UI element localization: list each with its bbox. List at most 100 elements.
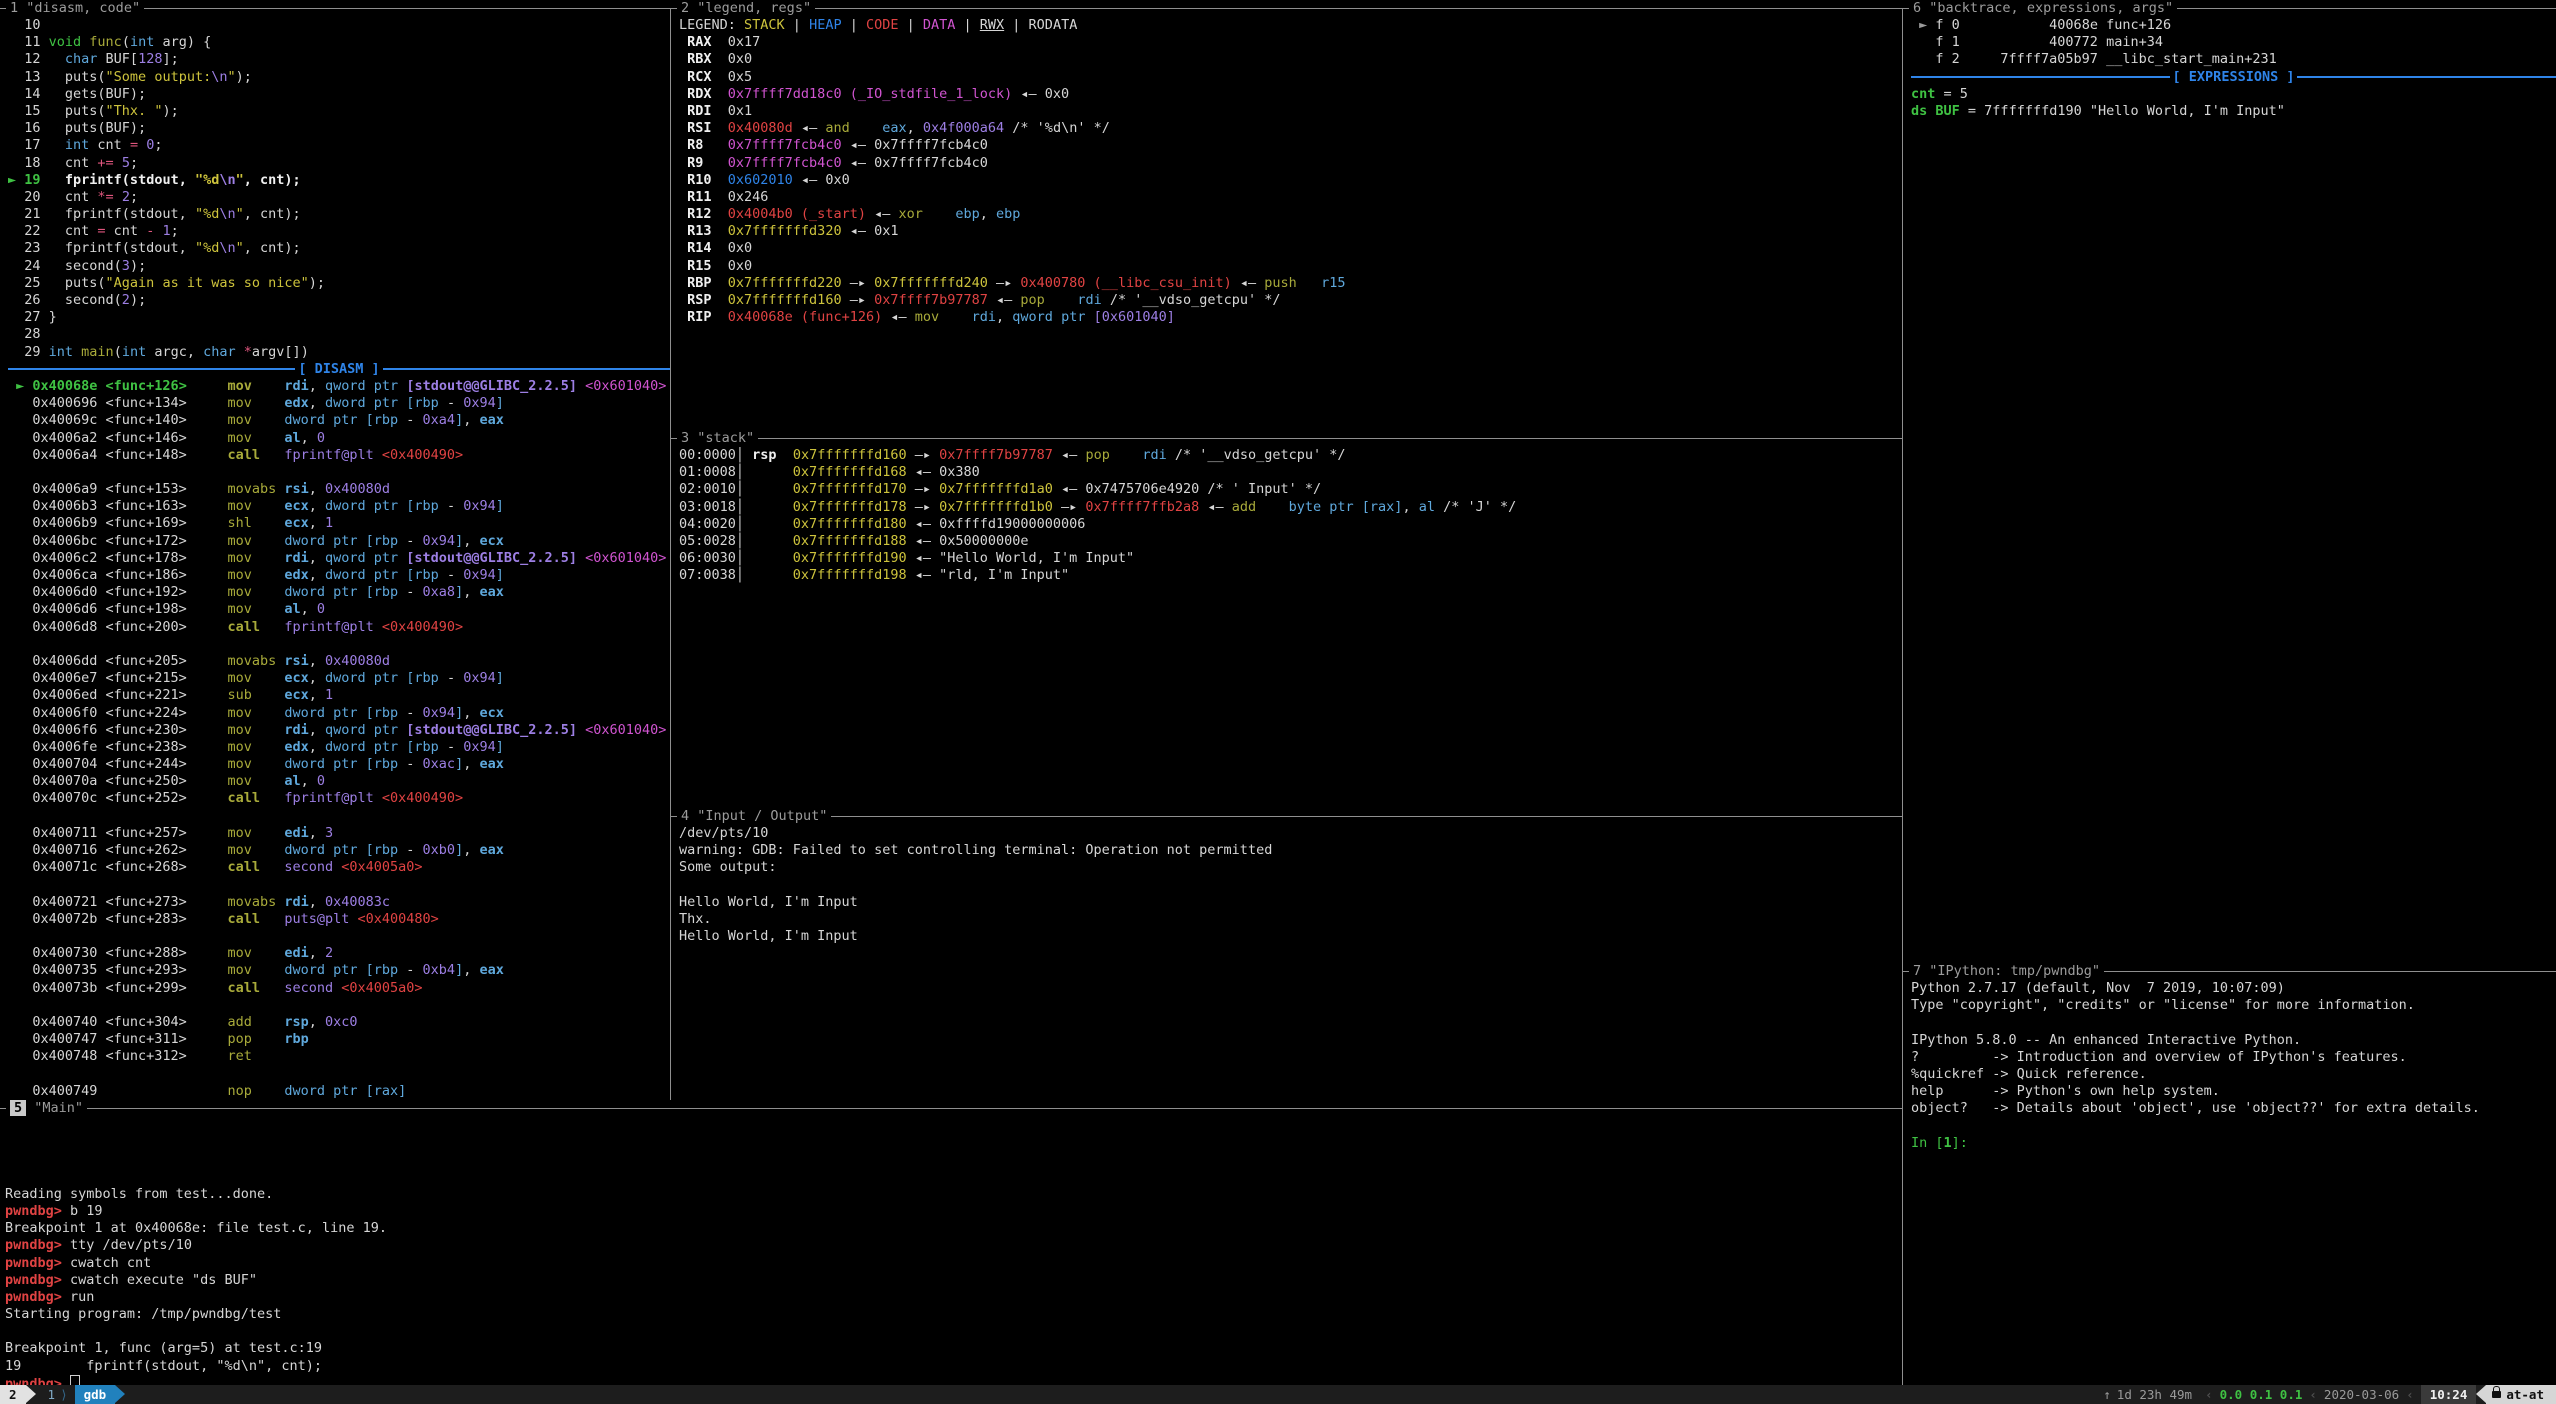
gdb-console-content[interactable]: Reading symbols from test...done.pwndbg>… <box>0 1117 1902 1385</box>
terminal-line: Thx. <box>679 911 1902 928</box>
terminal-line: 0x4006bc <func+172> mov dword ptr [rbp -… <box>8 533 670 550</box>
terminal-line: 0x40073b <func+299> call second <0x4005a… <box>8 980 670 997</box>
terminal-line: 21 fprintf(stdout, "%d\n", cnt); <box>8 206 670 223</box>
powerline-arrow-icon <box>26 1385 36 1403</box>
section-divider: [ DISASM ] <box>8 361 670 378</box>
pane-title: 3 "stack" <box>677 430 758 447</box>
registers-content: LEGEND: STACK | HEAP | CODE | DATA | RWX… <box>671 17 1902 430</box>
terminal-line: 27 } <box>8 309 670 326</box>
terminal-line: 13 puts("Some output:\n"); <box>8 69 670 86</box>
terminal-line: R11 0x246 <box>679 189 1902 206</box>
terminal-line: Hello World, I'm Input <box>679 928 1902 945</box>
terminal-line: 29 int main(int argc, char *argv[]) <box>8 344 670 361</box>
terminal-line: 04:0020│ 0x7fffffffd180 ◂— 0xffffd190000… <box>679 516 1902 533</box>
terminal-line: Python 2.7.17 (default, Nov 7 2019, 10:0… <box>1911 980 2556 997</box>
terminal-line: 22 cnt = cnt - 1; <box>8 223 670 240</box>
pane-input-output: 4 "Input / Output" /dev/pts/10warning: G… <box>671 808 1902 1100</box>
pane-number: 4 <box>681 808 689 824</box>
terminal-line: RSI 0x40080d ◂— and eax, 0x4f000a64 /* '… <box>679 120 1902 137</box>
stack-content: 00:0000│ rsp 0x7fffffffd160 —▸ 0x7ffff7b… <box>671 447 1902 808</box>
terminal-line: LEGEND: STACK | HEAP | CODE | DATA | RWX… <box>679 17 1902 34</box>
terminal-line: ► 19 fprintf(stdout, "%d\n", cnt); <box>8 172 670 189</box>
terminal-line <box>5 1323 1902 1340</box>
terminal-line: 0x4006a2 <func+146> mov al, 0 <box>8 430 670 447</box>
ipython-content[interactable]: Python 2.7.17 (default, Nov 7 2019, 10:0… <box>1903 980 2556 1385</box>
source-and-disasm-content: 10 11 void func(int arg) { 12 char BUF[1… <box>0 17 670 1100</box>
terminal-line: 0x4006fe <func+238> mov edx, dword ptr [… <box>8 739 670 756</box>
pane-title: 5 "Main" <box>6 1100 87 1117</box>
pane-title-text: "Input / Output" <box>697 808 827 824</box>
terminal-line: 0x40072b <func+283> call puts@plt <0x400… <box>8 911 670 928</box>
terminal-line: 18 cnt += 5; <box>8 155 670 172</box>
pane-title-text: "IPython: tmp/pwndbg" <box>1929 963 2100 979</box>
terminal-line: Hello World, I'm Input <box>679 894 1902 911</box>
pane-title-text: "stack" <box>697 430 754 446</box>
session-index-badge[interactable]: 2 <box>0 1385 26 1404</box>
terminal-line: Some output: <box>679 859 1902 876</box>
pane-border-vertical-right[interactable] <box>1902 8 1903 1385</box>
powerline-arrow-icon <box>2476 1385 2486 1403</box>
terminal-line: 26 second(2); <box>8 292 670 309</box>
terminal-line: 25 puts("Again as it was so nice"); <box>8 275 670 292</box>
terminal-line <box>5 1169 1902 1186</box>
pane-title-text: "disasm, code" <box>26 0 140 16</box>
terminal-line: 0x4006d0 <func+192> mov dword ptr [rbp -… <box>8 584 670 601</box>
pane-backtrace-expressions: 6 "backtrace, expressions, args" ► f 0 4… <box>1903 0 2556 963</box>
pane-title: 7 "IPython: tmp/pwndbg" <box>1909 963 2104 980</box>
terminal-line: ► 0x40068e <func+126> mov rdi, qword ptr… <box>8 378 670 395</box>
pane-title: 4 "Input / Output" <box>677 808 831 825</box>
terminal-line: object? -> Details about 'object', use '… <box>1911 1100 2556 1117</box>
window-index[interactable]: 1 <box>36 1385 61 1404</box>
terminal-line: 0x4006f0 <func+224> mov dword ptr [rbp -… <box>8 705 670 722</box>
pane-legend-regs: 2 "legend, regs" LEGEND: STACK | HEAP | … <box>671 0 1902 430</box>
terminal-line <box>1911 1014 2556 1031</box>
chevron-separator-icon: ‹ <box>2399 1385 2421 1404</box>
load-average: 0.0 0.1 0.1 <box>2220 1385 2303 1404</box>
pane-border-top: 3 "stack" <box>671 430 1902 447</box>
terminal-line: 0x40071c <func+268> call second <0x4005a… <box>8 859 670 876</box>
terminal-line: RSP 0x7fffffffd160 —▸ 0x7ffff7b97787 ◂— … <box>679 292 1902 309</box>
terminal-line: R10 0x602010 ◂— 0x0 <box>679 172 1902 189</box>
pane-border-vertical-left[interactable] <box>670 8 671 1100</box>
terminal-line: 0x400740 <func+304> add rsp, 0xc0 <box>8 1014 670 1031</box>
terminal-line: 0x4006e7 <func+215> mov ecx, dword ptr [… <box>8 670 670 687</box>
terminal-line: pwndbg> b 19 <box>5 1203 1902 1220</box>
terminal-line: RIP 0x40068e (func+126) ◂— mov rdi, qwor… <box>679 309 1902 326</box>
terminal-line: 00:0000│ rsp 0x7fffffffd160 —▸ 0x7ffff7b… <box>679 447 1902 464</box>
terminal-line: 14 gets(BUF); <box>8 86 670 103</box>
terminal-line: 0x400721 <func+273> movabs rdi, 0x40083c <box>8 894 670 911</box>
terminal-line: In [1]: <box>1911 1135 2556 1152</box>
terminal-line <box>8 1065 670 1082</box>
terminal-line: 0x4006d6 <func+198> mov al, 0 <box>8 601 670 618</box>
terminal-line: 15 puts("Thx. "); <box>8 103 670 120</box>
terminal-line: RCX 0x5 <box>679 69 1902 86</box>
pane-title: 1 "disasm, code" <box>6 0 144 17</box>
pane-border-top: 6 "backtrace, expressions, args" <box>1903 0 2556 17</box>
terminal-line <box>5 1134 1902 1151</box>
text-cursor <box>70 1375 80 1385</box>
terminal-line: /dev/pts/10 <box>679 825 1902 842</box>
terminal-line: ? -> Introduction and overview of IPytho… <box>1911 1049 2556 1066</box>
terminal-line: f 1 400772 main+34 <box>1911 34 2556 51</box>
terminal-line: 0x400749 nop dword ptr [rax] <box>8 1083 670 1100</box>
uptime-value: 1d 23h 49m <box>2111 1385 2198 1404</box>
terminal-line: 0x400730 <func+288> mov edi, 2 <box>8 945 670 962</box>
pane-number: 7 <box>1913 963 1921 979</box>
pane-border-top: 7 "IPython: tmp/pwndbg" <box>1903 963 2556 980</box>
terminal-line: R12 0x4004b0 (_start) ◂— xor ebp, ebp <box>679 206 1902 223</box>
terminal-line: RDX 0x7ffff7dd18c0 (_IO_stdfile_1_lock) … <box>679 86 1902 103</box>
terminal-line: 0x400704 <func+244> mov dword ptr [rbp -… <box>8 756 670 773</box>
backtrace-content: ► f 0 40068e func+126 f 1 400772 main+34… <box>1903 17 2556 963</box>
terminal-line <box>8 876 670 893</box>
program-io-content: /dev/pts/10warning: GDB: Failed to set c… <box>671 825 1902 1100</box>
terminal-line: ► f 0 40068e func+126 <box>1911 17 2556 34</box>
terminal-line: R13 0x7fffffffd320 ◂— 0x1 <box>679 223 1902 240</box>
terminal-line: Reading symbols from test...done. <box>5 1186 1902 1203</box>
window-tab-gdb[interactable]: gdb <box>75 1385 116 1404</box>
terminal-line: 06:0030│ 0x7fffffffd190 ◂— "Hello World,… <box>679 550 1902 567</box>
terminal-line <box>8 808 670 825</box>
terminal-line: 0x400716 <func+262> mov dword ptr [rbp -… <box>8 842 670 859</box>
pane-border-top: 5 "Main" <box>0 1100 1902 1117</box>
terminal-line: 0x400748 <func+312> ret <box>8 1048 670 1065</box>
lock-icon <box>2492 1391 2501 1398</box>
